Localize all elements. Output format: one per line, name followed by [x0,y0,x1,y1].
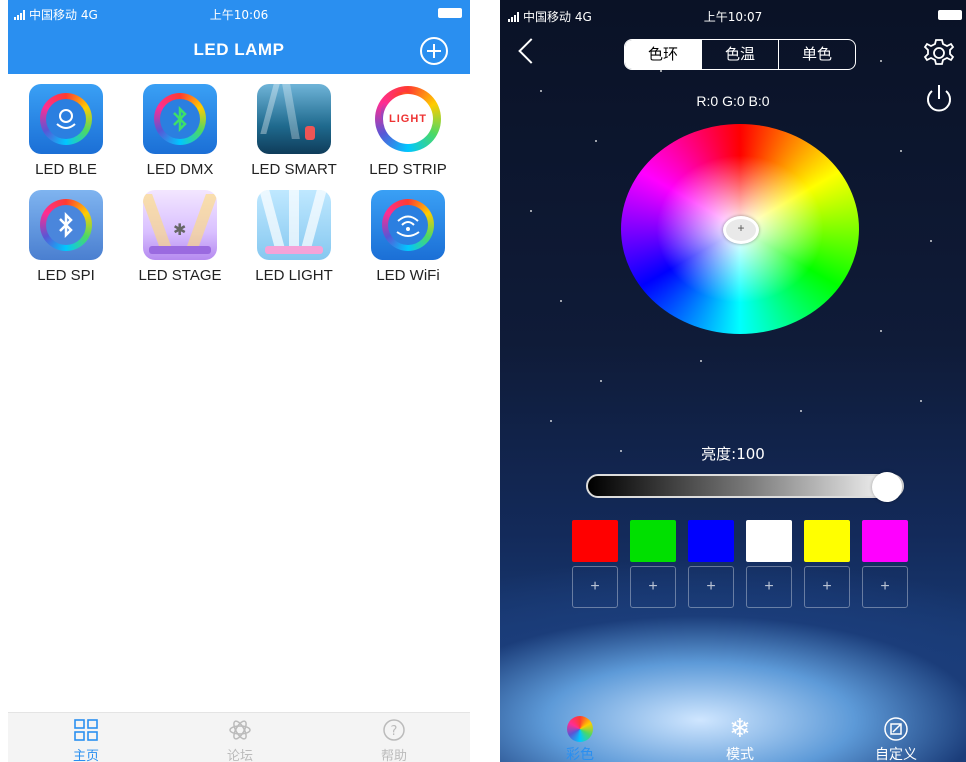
tab-label: 主页 [72,748,99,762]
app-label: LED SMART [251,161,337,178]
swatch-white[interactable] [746,520,792,562]
color-wheel-handle[interactable] [723,216,759,244]
tab-label: 论坛 [226,748,253,762]
home-screen: 中国移动 4G 上午10:06 LED LAMP LED BLE LED DMX… [8,0,470,762]
segment-color-temp[interactable]: 色温 [702,40,779,69]
tab-help[interactable]: ? 帮助 [354,717,434,762]
rgb-readout: R:0 G:0 B:0 [696,93,770,109]
tab-label: 帮助 [380,748,407,762]
app-label: LED DMX [146,161,214,178]
status-time: 上午10:07 [703,10,763,24]
tab-label: 自定义 [875,747,917,762]
app-label: LED SPI [37,267,95,284]
segment-color-wheel[interactable]: 色环 [625,40,702,69]
app-led-wifi[interactable]: LED WiFi [350,190,466,284]
swatch-blue[interactable] [688,520,734,562]
add-preset-button[interactable]: + [862,566,908,608]
swatch-magenta[interactable] [862,520,908,562]
app-label: LED STRIP [369,161,447,178]
brightness-label: 亮度:100 [701,445,765,463]
app-led-dmx[interactable]: LED DMX [122,84,238,178]
app-label: LED WiFi [376,267,440,284]
app-led-ble[interactable]: LED BLE [8,84,124,178]
add-preset-button[interactable]: + [746,566,792,608]
app-led-strip[interactable]: LIGHT LED STRIP [350,84,466,178]
swatch-red[interactable] [572,520,618,562]
home-grid-icon [46,717,126,743]
custom-color-presets: + + + + + + [572,566,908,608]
led-stage-icon: ✱ [143,190,217,260]
led-wifi-icon [371,190,445,260]
snowflake-icon: ❄ [729,714,751,744]
app-label: LED BLE [35,161,97,178]
led-light-icon [257,190,331,260]
edit-icon [846,714,946,744]
swatch-green[interactable] [630,520,676,562]
tab-bar: 主页 论坛 ? 帮助 [8,712,470,762]
tab-forum[interactable]: 论坛 [200,717,280,762]
mode-segmented-control: 色环 色温 单色 [624,39,856,70]
battery-icon [438,8,462,18]
gear-icon[interactable] [922,36,956,70]
tab-label: 模式 [726,747,754,762]
strip-badge: LIGHT [383,94,433,144]
led-smart-icon [257,84,331,154]
app-label: LED LIGHT [255,267,333,284]
led-dmx-icon [143,84,217,154]
app-led-smart[interactable]: LED SMART [236,84,352,178]
status-time: 上午10:06 [209,8,269,22]
led-ble-icon [29,84,103,154]
app-header: 中国移动 4G 上午10:06 LED LAMP [8,0,470,74]
status-bar: 中国移动 4G 上午10:07 [500,4,966,24]
add-preset-button[interactable]: + [688,566,734,608]
tab-label: 彩色 [566,747,594,762]
forum-icon [200,717,280,743]
app-led-spi[interactable]: LED SPI [8,190,124,284]
battery-icon [938,10,962,20]
svg-text:?: ? [391,724,398,739]
status-bar: 中国移动 4G 上午10:06 [8,2,470,24]
tab-custom[interactable]: 自定义 [846,714,946,762]
add-preset-button[interactable]: + [630,566,676,608]
tab-color[interactable]: 彩色 [530,714,630,762]
app-led-light[interactable]: LED LIGHT [236,190,352,284]
swatch-yellow[interactable] [804,520,850,562]
brightness-slider-thumb[interactable] [872,472,902,502]
starfield-background [500,0,966,762]
help-icon: ? [354,717,434,743]
color-swatches [572,520,908,562]
add-preset-button[interactable]: + [572,566,618,608]
tab-home[interactable]: 主页 [46,717,126,762]
page-title: LED LAMP [193,40,285,59]
color-ball-icon [530,714,630,744]
app-led-stage[interactable]: ✱ LED STAGE [122,190,238,284]
add-device-button[interactable] [420,37,448,65]
led-spi-icon [29,190,103,260]
segment-single-color[interactable]: 单色 [779,40,855,69]
app-label: LED STAGE [138,267,222,284]
screenshot-root: 中国移动 4G 上午10:06 LED LAMP LED BLE LED DMX… [0,0,966,762]
add-preset-button[interactable]: + [804,566,850,608]
brightness-slider[interactable] [586,472,904,502]
led-strip-icon: LIGHT [371,84,445,154]
color-control-screen: 中国移动 4G 上午10:07 色环 色温 单色 R:0 G:0 B:0 亮度:… [500,0,966,762]
tab-mode[interactable]: ❄ 模式 [690,714,790,762]
